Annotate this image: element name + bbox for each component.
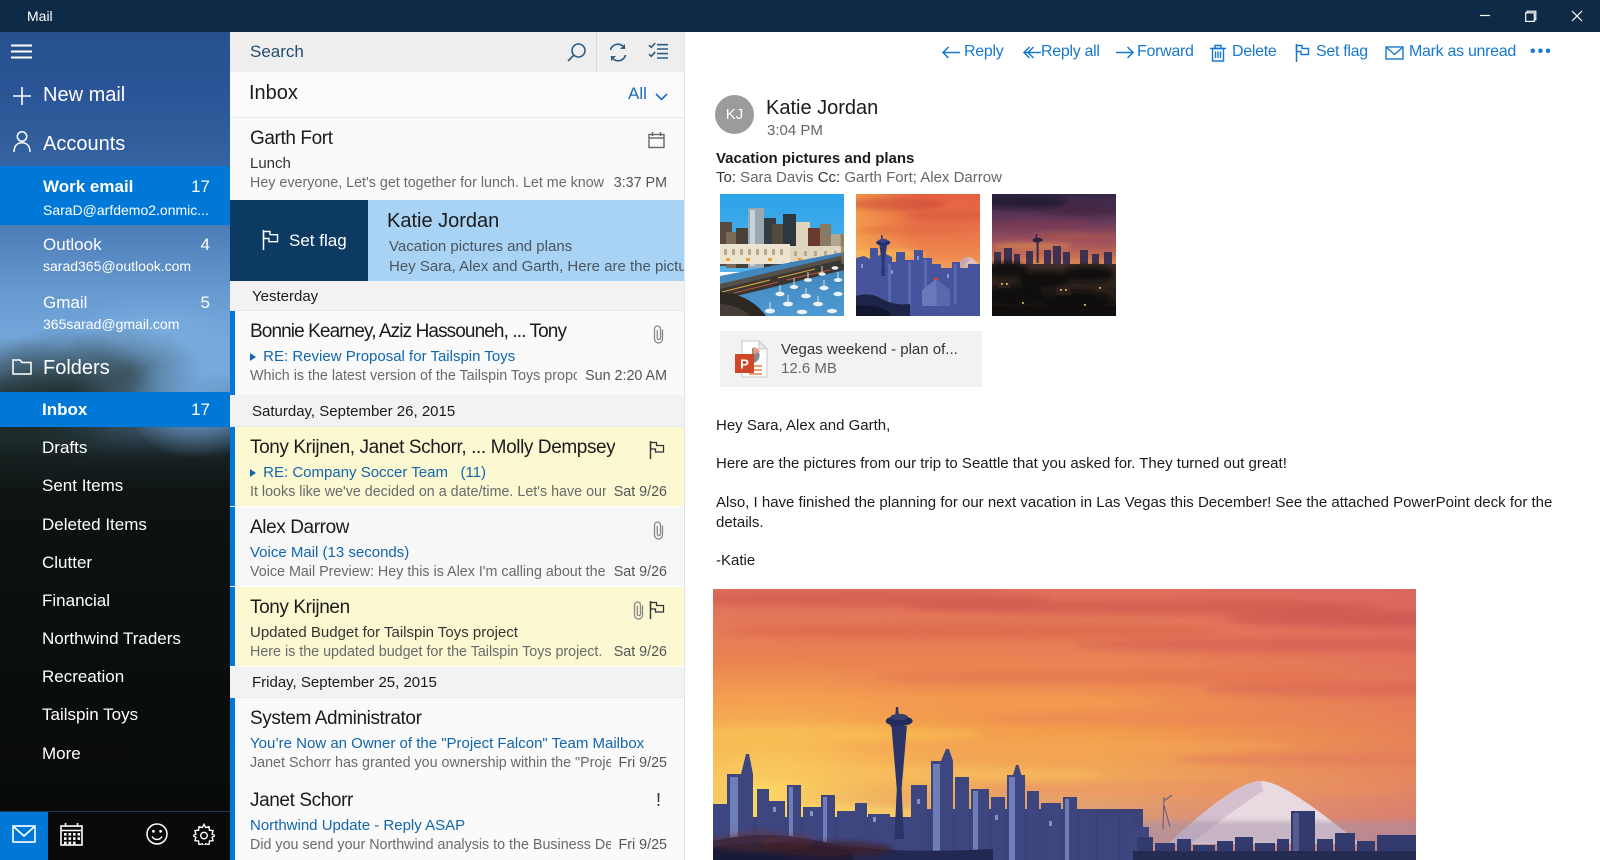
svg-text:P: P — [740, 357, 749, 372]
